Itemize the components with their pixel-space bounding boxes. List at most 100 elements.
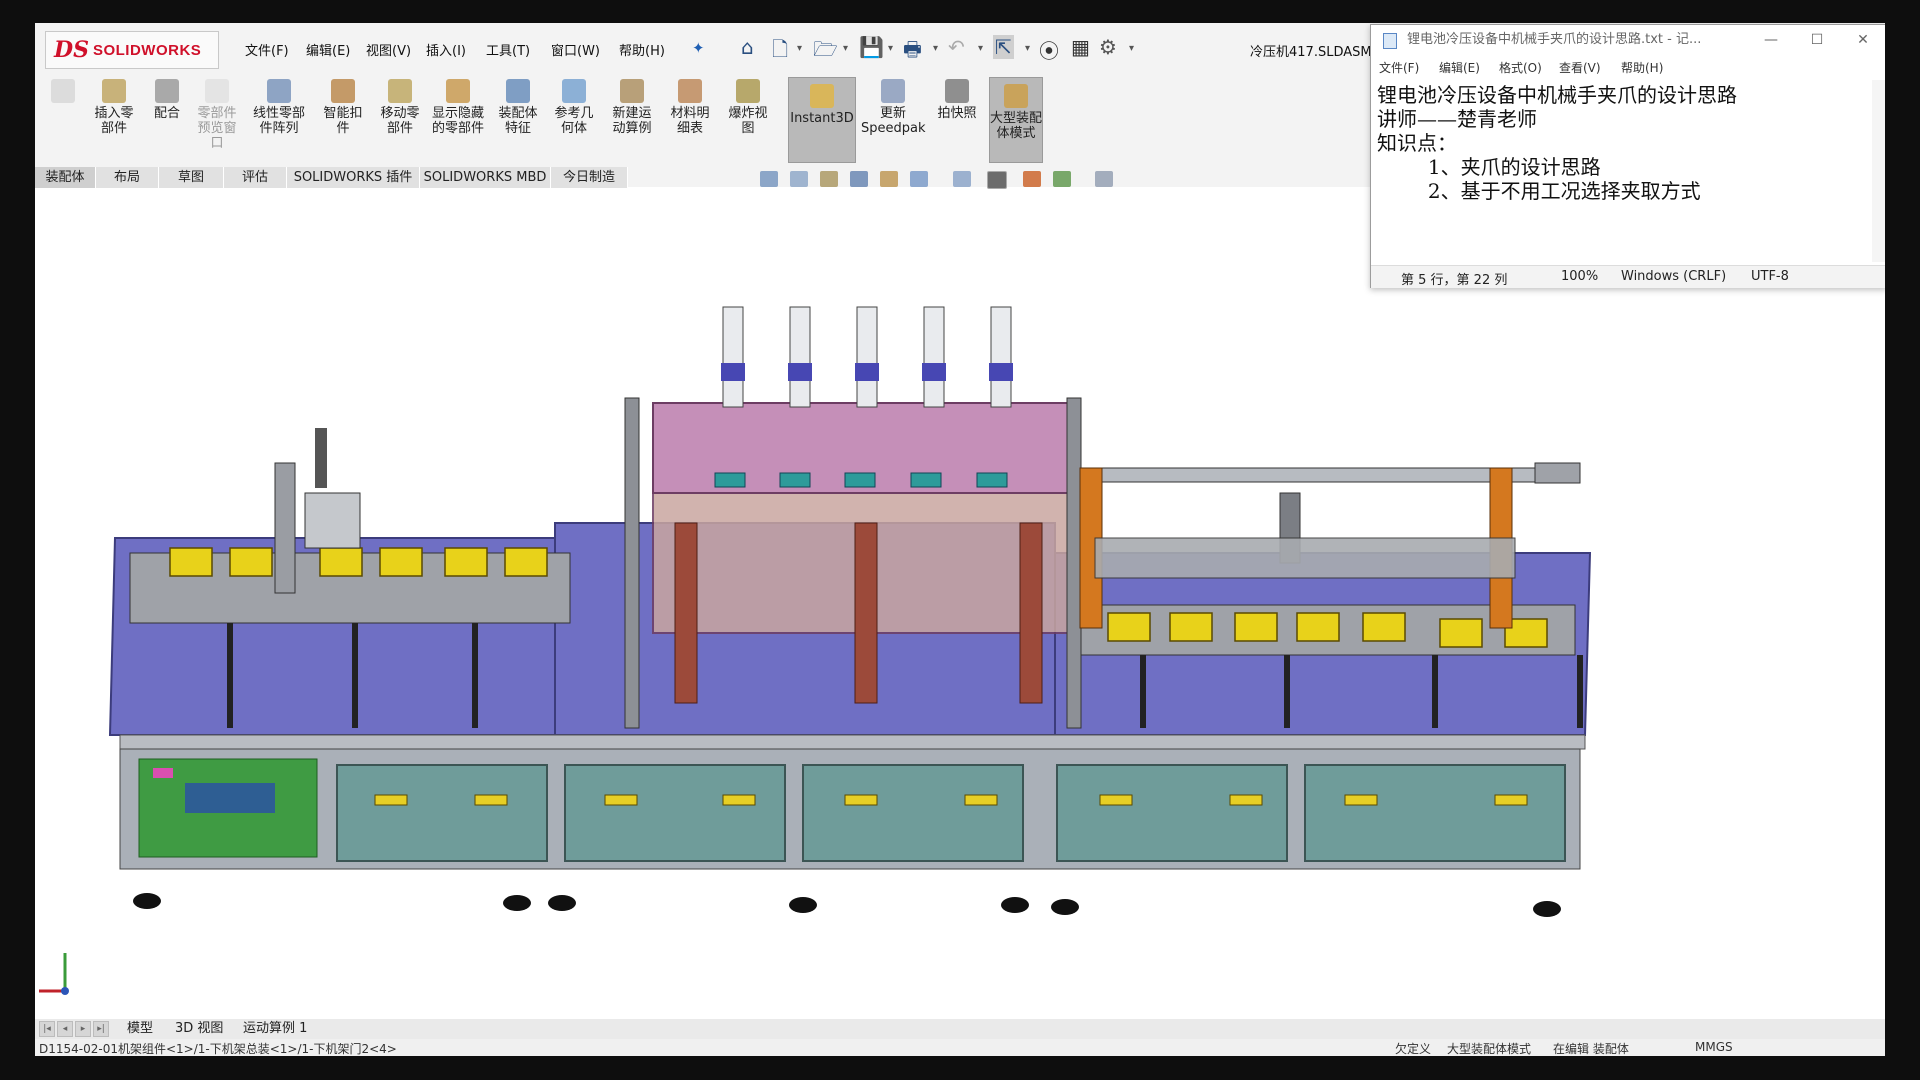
assembly-features-icon [506,79,530,103]
hide-show-items-icon[interactable] [987,171,1007,189]
tab-assembly[interactable]: 装配体 [35,167,96,188]
edit-appearance-icon[interactable] [1023,171,1041,187]
select-pointer-icon[interactable]: ⇱ [993,35,1014,59]
instant3d-icon [810,84,834,108]
undo-icon[interactable]: ↶ [948,35,965,59]
large-assembly-icon [1004,84,1028,108]
press-side-post-right [1066,397,1082,729]
take-snapshot-button[interactable]: 拍快照 [933,79,981,121]
notepad-menu-view[interactable]: 查看(V) [1559,59,1601,76]
notepad-menu-file[interactable]: 文件(F) [1379,59,1419,76]
maximize-icon[interactable]: ☐ [1794,25,1840,55]
exploded-view-button[interactable]: 爆炸视图 [723,79,773,136]
large-assembly-mode-button[interactable]: 大型装配体模式 [989,77,1043,163]
view-settings-icon[interactable] [1095,171,1113,187]
update-speedpak-button[interactable]: 更新 Speedpak [861,79,926,136]
close-icon[interactable]: ✕ [1840,25,1885,55]
notepad-scrollbar[interactable] [1872,80,1885,262]
display-style-icon[interactable] [953,171,971,187]
tab-evaluate[interactable]: 评估 [224,167,287,188]
mate-button[interactable]: 配合 [147,79,187,121]
menu-insert[interactable]: 插入(I) [426,40,466,59]
view-orientation-icon[interactable] [910,171,928,187]
menu-help[interactable]: 帮助(H) [619,40,665,59]
file-properties-icon[interactable]: ▦ [1071,35,1090,59]
dropdown-arrow-icon[interactable]: ▾ [797,43,802,54]
notepad-menu-help[interactable]: 帮助(H) [1621,59,1663,76]
last-tab-icon[interactable]: ▸| [93,1021,109,1037]
edit-component-icon [51,79,75,103]
insert-component-button[interactable]: 插入零部件 [89,79,139,136]
tab-3d-view[interactable]: 3D 视图 [175,1019,223,1039]
tab-layout[interactable]: 布局 [96,167,159,188]
solidworks-logo[interactable]: DS SOLIDWORKS [45,31,219,69]
cmd-label: 装配体特征 [498,106,538,136]
assembly-features-button[interactable]: 装配体特征 [493,79,543,136]
menu-view[interactable]: 视图(V) [366,40,411,59]
linear-pattern-button[interactable]: 线性零部件阵列 [247,79,311,136]
insert-component-icon [102,79,126,103]
tab-solidworks-mbd[interactable]: SOLIDWORKS MBD [420,167,551,188]
dropdown-arrow-icon[interactable]: ▾ [843,43,848,54]
bill-of-materials-button[interactable]: 材料明细表 [665,79,715,136]
cmd-label: 零部件预览窗口 [197,106,237,151]
print-icon[interactable]: 🖶 [903,35,922,69]
cmd-label: 爆炸视图 [728,106,768,136]
dropdown-arrow-icon[interactable]: ▾ [1129,43,1134,54]
move-component-button[interactable]: 移动零部件 [375,79,425,136]
zoom-to-area-icon[interactable] [790,171,808,187]
tab-model[interactable]: 模型 [127,1019,153,1039]
reference-geometry-icon [562,79,586,103]
zoom-to-fit-icon[interactable] [760,171,778,187]
menu-edit[interactable]: 编辑(E) [306,40,350,59]
unit-system[interactable]: MMGS [1695,1040,1733,1054]
first-tab-icon[interactable]: |◂ [39,1021,55,1037]
smart-fasteners-button[interactable]: 智能扣件 [319,79,367,136]
pin-icon[interactable]: ✦ [692,39,705,57]
component-preview-button[interactable]: 零部件预览窗口 [195,79,239,151]
text-line: 讲师——楚青老师 [1377,107,1537,131]
options-gear-icon[interactable]: ⚙ [1099,35,1117,59]
show-hidden-components-button[interactable]: 显示隐藏的零部件 [431,79,485,136]
menu-window[interactable]: 窗口(W) [551,40,600,59]
section-view-icon[interactable] [850,171,868,187]
instant3d-button[interactable]: Instant3D [788,77,856,163]
text-line: 锂电池冷压设备中机械手夹爪的设计思路 [1377,83,1737,107]
notepad-menu-format[interactable]: 格式(O) [1499,59,1542,76]
apply-scene-icon[interactable] [1053,171,1071,187]
menu-tools[interactable]: 工具(T) [486,40,530,59]
minimize-icon[interactable]: — [1748,25,1794,55]
edit-component-button[interactable] [41,79,85,106]
ds-logo-mark: DS [54,37,89,63]
tab-motion-study[interactable]: 运动算例 1 [243,1019,307,1039]
large-assembly-status: 大型装配体模式 [1447,1042,1532,1056]
graphics-area-model[interactable] [35,263,1885,963]
dropdown-arrow-icon[interactable]: ▾ [978,43,983,54]
dropdown-arrow-icon[interactable]: ▾ [933,43,938,54]
new-motion-study-button[interactable]: 新建运动算例 [607,79,657,136]
notepad-text-area[interactable]: 锂电池冷压设备中机械手夹爪的设计思路 讲师——楚青老师 知识点： 1、夹爪的设计思路… [1377,83,1867,263]
loading-robot-head [304,492,361,549]
tab-today-manufacturing[interactable]: 今日制造 [551,167,628,188]
prev-tab-icon[interactable]: ◂ [57,1021,73,1037]
tab-solidworks-addins[interactable]: SOLIDWORKS 插件 [287,167,420,188]
tab-sketch[interactable]: 草图 [159,167,224,188]
dynamic-annotation-icon[interactable] [880,171,898,187]
dropdown-arrow-icon[interactable]: ▾ [1025,43,1030,54]
dropdown-arrow-icon[interactable]: ▾ [888,43,893,54]
notepad-menu: 文件(F) 编辑(E) 格式(O) 查看(V) 帮助(H) [1371,55,1885,77]
notepad-menu-edit[interactable]: 编辑(E) [1439,59,1480,76]
menu-file[interactable]: 文件(F) [245,40,289,59]
open-icon[interactable]: 🗁 [813,35,838,69]
save-icon[interactable]: 💾 [859,35,884,59]
new-document-icon[interactable]: 🗋 [772,35,788,69]
home-icon[interactable]: ⌂ [741,35,754,59]
leveling-feet [133,893,1561,917]
previous-view-icon[interactable] [820,171,838,187]
reference-geometry-button[interactable]: 参考几何体 [549,79,599,136]
next-tab-icon[interactable]: ▸ [75,1021,91,1037]
smart-fasteners-icon [331,79,355,103]
notepad-titlebar[interactable]: 锂电池冷压设备中机械手夹爪的设计思路.txt - 记... — ☐ ✕ [1371,25,1885,55]
traffic-light-icon[interactable]: ⦿ [1039,35,1059,64]
exploded-view-icon [736,79,760,103]
